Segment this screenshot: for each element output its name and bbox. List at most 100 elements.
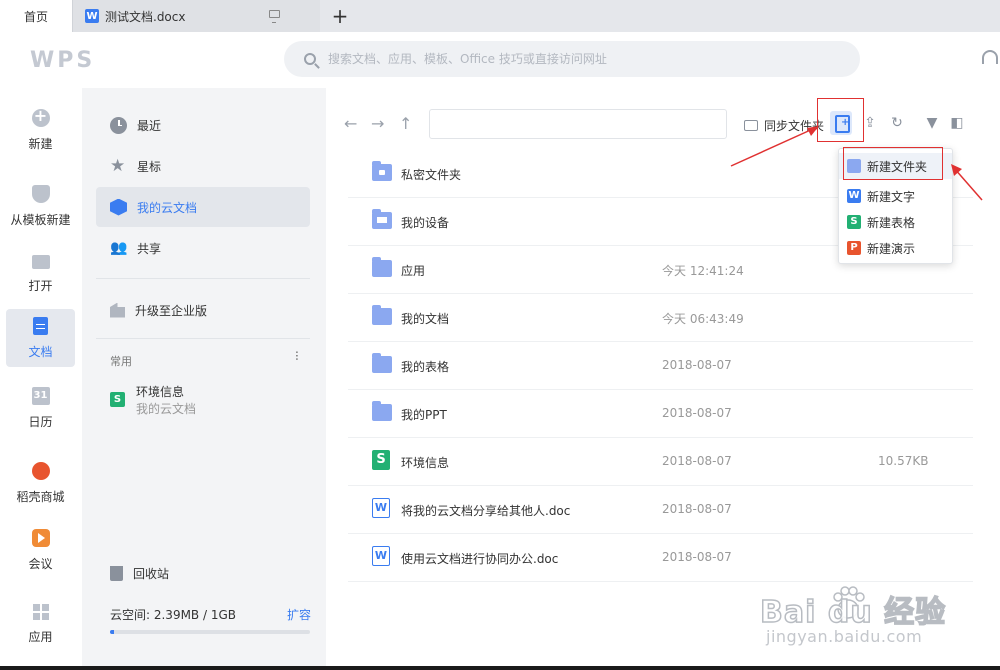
spreadsheet-icon: S [847, 215, 861, 229]
tab-home[interactable]: 首页 [0, 0, 72, 32]
storage-progress-fill [110, 630, 114, 634]
search-bar[interactable] [284, 41, 860, 77]
menu-item-new-spreadsheet[interactable]: S 新建表格 [839, 209, 952, 235]
folder-icon [372, 257, 392, 277]
tab-document[interactable]: W 测试文档.docx [72, 0, 320, 32]
watermark-url: jingyan.baidu.com [766, 627, 923, 646]
folder-icon [372, 305, 392, 325]
headset-icon[interactable] [982, 50, 998, 64]
menu-item-new-presentation[interactable]: P 新建演示 [839, 235, 952, 261]
nav-label: 文档 [28, 344, 53, 359]
file-name: 我的PPT [401, 408, 447, 422]
file-name: 私密文件夹 [401, 168, 462, 182]
annotation-arrow [951, 164, 983, 201]
new-tab-button[interactable]: + [320, 0, 360, 32]
people-icon: 👥 [110, 239, 128, 256]
lock-folder-icon [372, 161, 392, 181]
storage-progress-bar [110, 630, 310, 634]
presentation-icon: P [847, 241, 861, 255]
file-date: 2018-08-07 [662, 406, 732, 420]
file-date: 今天 06:43:49 [662, 312, 744, 326]
more-options-icon[interactable]: ··· [288, 350, 304, 360]
folder-icon [31, 254, 50, 269]
forward-button[interactable]: → [371, 114, 384, 133]
back-button[interactable]: ← [344, 114, 357, 133]
left-nav: 新建 从模板新建 打开 文档 31 日历 稻壳商城 会议 应用 [0, 88, 82, 670]
path-field[interactable] [429, 109, 727, 139]
storage-usage: 云空间: 2.39MB / 1GB [110, 608, 237, 622]
nav-apps[interactable]: 应用 [6, 596, 75, 652]
tab-bar: 首页 W 测试文档.docx + [0, 0, 1000, 32]
menu-item-label: 新建表格 [867, 215, 916, 230]
calendar-icon: 31 [31, 386, 50, 405]
file-name: 应用 [401, 264, 426, 278]
sidebar-item-label: 星标 [137, 159, 162, 174]
plus-circle-icon [31, 106, 50, 127]
file-name: 使用云文档进行协同办公.doc [401, 552, 559, 566]
file-date: 2018-08-07 [662, 502, 732, 516]
sidebar-item-shared[interactable]: 👥 共享 [96, 228, 310, 268]
nav-new-from-template[interactable]: 从模板新建 [6, 178, 75, 234]
taskbar-strip [0, 666, 1000, 670]
nav-shop[interactable]: 稻壳商城 [6, 455, 75, 511]
word-doc-icon: W [847, 189, 861, 203]
nav-label: 会议 [28, 556, 53, 571]
panel-toggle-icon[interactable]: ◧ [950, 115, 964, 131]
word-doc-icon: W [85, 9, 99, 23]
template-icon [31, 184, 50, 203]
common-item-location: 我的云文档 [136, 402, 197, 416]
search-icon [304, 53, 316, 65]
folder-icon [372, 353, 392, 373]
meeting-icon [31, 528, 50, 547]
spreadsheet-icon: S [110, 392, 125, 407]
nav-calendar[interactable]: 31 日历 [6, 380, 75, 436]
search-input[interactable] [328, 52, 828, 66]
sidebar-item-my-cloud[interactable]: 我的云文档 [96, 187, 310, 227]
common-item-name: 环境信息 [136, 385, 185, 399]
file-name: 我的表格 [401, 360, 450, 374]
up-button[interactable]: ↑ [399, 114, 412, 133]
enterprise-icon [110, 302, 125, 318]
star-icon: ★ [110, 155, 126, 176]
upload-icon[interactable]: ⇪ [863, 115, 877, 131]
device-folder-icon [372, 209, 392, 229]
file-date: 2018-08-07 [662, 454, 732, 468]
apps-icon [32, 603, 49, 620]
sidebar-item-recent[interactable]: 最近 [96, 105, 310, 145]
sidebar-item-label: 最近 [137, 118, 162, 133]
trash-icon [110, 565, 123, 581]
file-row[interactable]: 我的PPT 2018-08-07 [348, 390, 973, 438]
nav-label: 新建 [28, 136, 53, 151]
divider [96, 278, 310, 279]
clock-icon [110, 116, 127, 134]
file-row[interactable]: S 环境信息 2018-08-07 10.57KB [348, 438, 973, 486]
sidebar-item-trash[interactable]: 回收站 [96, 553, 310, 593]
monitor-icon[interactable] [269, 10, 280, 23]
filter-icon[interactable]: ▼ [925, 115, 939, 131]
expand-storage-link[interactable]: 扩容 [287, 606, 311, 623]
sidebar-item-upgrade[interactable]: 升级至企业版 [96, 290, 310, 330]
sidebar-item-label: 共享 [137, 241, 162, 256]
menu-item-new-document[interactable]: W 新建文字 [839, 183, 952, 209]
file-row[interactable]: 我的文档 今天 06:43:49 [348, 294, 973, 342]
spreadsheet-icon: S [372, 450, 390, 470]
sidebar-item-label: 升级至企业版 [135, 303, 208, 318]
nav-meeting[interactable]: 会议 [6, 522, 75, 578]
sidebar-item-label: 我的云文档 [137, 200, 198, 215]
file-row[interactable]: 我的表格 2018-08-07 [348, 342, 973, 390]
nav-documents[interactable]: 文档 [6, 309, 75, 367]
menu-item-label: 新建演示 [867, 241, 916, 256]
file-row[interactable]: W 将我的云文档分享给其他人.doc 2018-08-07 [348, 486, 973, 534]
nav-label: 稻壳商城 [16, 489, 65, 504]
nav-open[interactable]: 打开 [6, 246, 75, 302]
folder-icon [372, 401, 392, 421]
file-name: 将我的云文档分享给其他人.doc [401, 504, 571, 518]
sidebar-item-starred[interactable]: ★ 星标 [96, 146, 310, 186]
file-size: 10.57KB [878, 454, 929, 468]
nav-label: 应用 [28, 629, 53, 644]
common-item-env-info[interactable]: S 环境信息 我的云文档 [110, 383, 300, 419]
annotation-arrow [730, 126, 819, 167]
common-heading: 常用 [110, 355, 132, 368]
refresh-icon[interactable]: ↻ [890, 115, 904, 131]
nav-new[interactable]: 新建 [6, 102, 75, 158]
